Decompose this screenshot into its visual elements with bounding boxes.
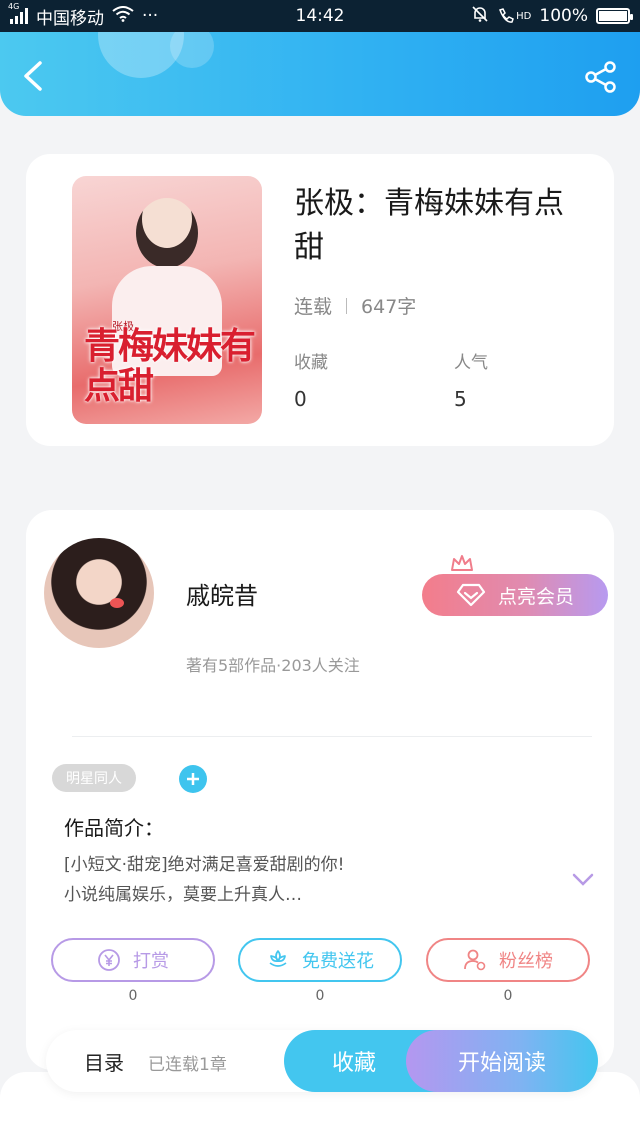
carrier-name: 中国移动 [36, 8, 104, 29]
bottom-action-bar: 目录 已连载1章 收藏 开始阅读 [46, 1030, 598, 1092]
status-left: 4G 中国移动 ··· [8, 2, 159, 29]
mute-bell-icon [471, 5, 489, 28]
chapter-count: 已连载1章 [148, 1055, 227, 1075]
reward-count: 0 [128, 988, 138, 1004]
start-reading-label: 开始阅读 [457, 1051, 546, 1076]
intro-title: 作品简介： [64, 816, 164, 840]
avatar-detail [110, 598, 124, 608]
book-status: 连载 [294, 296, 333, 318]
send-flower-label: 免费送花 [302, 951, 374, 972]
intro-text: [小短文·甜宠]绝对满足喜爱甜剧的你! 小说纯属娱乐，莫要上升真人… [64, 850, 564, 910]
intro-line: [小短文·甜宠]绝对满足喜爱甜剧的你! [64, 855, 345, 875]
vip-button[interactable]: 点亮会员 [422, 574, 608, 616]
network-type: 4G [8, 2, 20, 11]
popularity-value: 5 [454, 387, 467, 411]
start-reading-button[interactable]: 开始阅读 [406, 1030, 598, 1092]
author-name[interactable]: 戚皖昔 [186, 576, 258, 611]
author-avatar[interactable] [44, 538, 154, 648]
chevron-down-icon[interactable] [572, 872, 594, 888]
popularity-stat: 人气 5 [454, 348, 488, 411]
author-detail-card: 戚皖昔 著有5部作品·203人关注 点亮会员 明星同人 作品简介： [小短文·甜… [26, 510, 614, 1070]
popularity-label: 人气 [454, 353, 488, 373]
cover-title-art: 青梅妹妹有点甜 [84, 325, 256, 407]
word-count: 647字 [361, 296, 417, 318]
favorites-label: 收藏 [294, 353, 328, 373]
meta-divider [346, 297, 348, 314]
collect-label: 收藏 [331, 1051, 376, 1076]
divider [72, 736, 592, 737]
reward-button[interactable]: 打赏 [51, 938, 215, 982]
hd-call-icon: HD [497, 7, 531, 25]
intro-line: 小说纯属娱乐，莫要上升真人… [64, 885, 302, 905]
user-rank-icon [464, 949, 486, 971]
battery-icon [596, 8, 633, 24]
fan-count: 0 [503, 988, 513, 1004]
share-icon [585, 61, 616, 93]
decor-bubble [170, 32, 214, 68]
more-dots: ··· [142, 6, 159, 26]
header [0, 32, 640, 116]
hd-label: HD [516, 10, 532, 22]
status-right: HD 100% [471, 5, 633, 28]
crown-icon [451, 555, 473, 571]
wifi-icon [112, 5, 134, 27]
send-flower-button[interactable]: 免费送花 [238, 938, 402, 982]
favorites-stat: 收藏 0 [294, 348, 328, 411]
diamond-icon [456, 583, 486, 607]
vip-label: 点亮会员 [497, 585, 574, 608]
book-meta: 连载 647字 [294, 292, 416, 319]
book-info-card: 张极 青梅妹妹有点甜 张极：青梅妹妹有点甜 连载 647字 收藏 0 人气 5 [26, 154, 614, 446]
signal-icon: 4G [8, 2, 28, 24]
flower-icon [269, 950, 287, 967]
book-title: 张极：青梅妹妹有点甜 [294, 186, 564, 265]
reward-label: 打赏 [133, 951, 169, 972]
author-meta: 著有5部作品·203人关注 [186, 656, 360, 675]
catalog-button[interactable]: 目录 [84, 1047, 124, 1076]
yuan-coin-icon [98, 949, 120, 971]
back-button[interactable] [18, 60, 50, 92]
fan-ranking-label: 粉丝榜 [499, 951, 553, 972]
favorites-value: 0 [294, 387, 307, 411]
battery-percent: 100% [539, 6, 588, 26]
book-cover[interactable]: 张极 青梅妹妹有点甜 [72, 176, 262, 424]
cover-figure-head [136, 198, 198, 268]
genre-tag[interactable]: 明星同人 [52, 764, 136, 792]
plus-icon [187, 773, 199, 785]
fan-ranking-button[interactable]: 粉丝榜 [426, 938, 590, 982]
share-button[interactable] [584, 60, 618, 94]
add-tag-button[interactable] [179, 765, 207, 793]
status-bar: 4G 中国移动 ··· 14:42 HD 100% [0, 0, 640, 32]
flower-count: 0 [315, 988, 325, 1004]
chevron-left-icon [24, 61, 42, 91]
